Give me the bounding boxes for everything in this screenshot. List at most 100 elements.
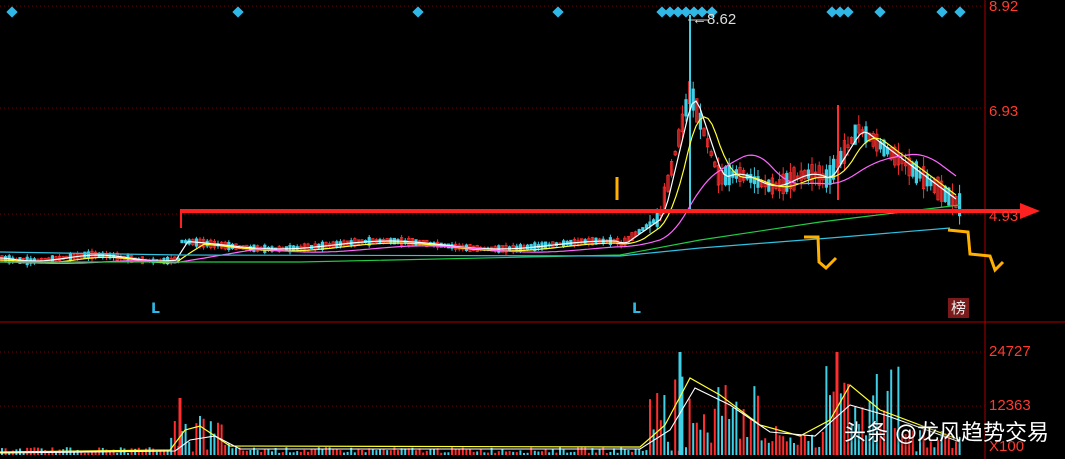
volume-bar <box>213 433 216 455</box>
signal-diamond-icon <box>412 6 424 18</box>
volume-bar <box>476 451 479 455</box>
volume-bar <box>422 452 425 455</box>
candle-body <box>864 126 868 143</box>
candle-body <box>691 88 695 111</box>
volume-bar <box>634 448 637 455</box>
volume-bar <box>278 452 281 455</box>
volume-bar <box>555 452 558 455</box>
candle-body <box>943 185 947 202</box>
volume-bar <box>796 444 799 455</box>
signal-diamond-icon <box>6 6 18 18</box>
volume-bar <box>951 448 954 455</box>
volume-bar <box>303 449 306 455</box>
volume-bar <box>717 387 720 455</box>
volume-bar <box>415 450 417 455</box>
volume-bar <box>616 452 619 455</box>
volume-bar <box>728 419 731 455</box>
volume-bar <box>256 450 259 455</box>
low-signal-marker[interactable]: L <box>632 301 641 317</box>
volume-bar <box>515 452 518 455</box>
volume-bar <box>713 408 716 455</box>
ma120-line <box>0 227 951 257</box>
volume-bar <box>447 452 450 455</box>
volume-bar <box>595 452 597 455</box>
volume-bar <box>587 452 590 455</box>
candle-body <box>684 99 688 117</box>
volume-bar <box>364 452 367 455</box>
volume-bar <box>710 442 713 455</box>
volume-bar <box>825 366 828 455</box>
volume-bar <box>116 452 119 455</box>
volume-bar <box>519 450 522 455</box>
watermark-text: 头条 @龙风趋势交易 <box>844 421 1049 446</box>
volume-bar <box>443 452 446 455</box>
volume-bar <box>353 452 356 455</box>
candle-body <box>727 164 731 186</box>
signal-diamond-icon <box>552 6 564 18</box>
volume-bar <box>623 449 626 455</box>
volume-bar <box>800 435 803 455</box>
volume-bar <box>659 420 662 455</box>
signal-diamond-icon <box>842 6 854 18</box>
volume-bar <box>814 447 817 455</box>
ma20-line <box>0 153 957 264</box>
volume-bar <box>188 442 191 455</box>
chart-canvas[interactable] <box>0 0 1065 459</box>
volume-bar <box>497 451 500 455</box>
volume-bar <box>778 435 781 455</box>
volume-bar <box>602 447 605 455</box>
volume-ma-line <box>0 387 961 454</box>
volume-bar <box>749 418 752 455</box>
volume-bar <box>397 450 399 455</box>
volume-bar <box>501 449 504 455</box>
volume-bar <box>170 437 173 455</box>
volume-bar <box>465 449 468 455</box>
volume-bar <box>782 436 785 455</box>
volume-bar <box>508 451 511 455</box>
volume-bar <box>638 448 641 455</box>
volume-bar <box>706 432 709 455</box>
low-signal-marker[interactable]: L <box>151 301 160 317</box>
volume-bar <box>551 448 554 455</box>
signal-diamond-icon <box>936 6 948 18</box>
volume-bar <box>267 449 270 455</box>
candle-body <box>756 176 760 188</box>
candle-body <box>785 172 789 192</box>
volume-bar <box>681 376 684 455</box>
volume-bar <box>173 421 176 455</box>
signal-diamond-icon <box>232 6 244 18</box>
volume-bar <box>793 443 795 455</box>
volume-bar <box>314 448 317 455</box>
volume-bar <box>155 451 158 455</box>
volume-bar <box>379 449 381 455</box>
volume-bar <box>915 451 918 455</box>
volume-bar <box>47 452 50 455</box>
volume-bar <box>609 451 612 455</box>
volume-bar <box>757 395 759 455</box>
price-tick-label-mid: 6.93 <box>989 103 1019 120</box>
rank-badge[interactable]: 榜 <box>948 298 970 318</box>
volume-bar <box>692 423 695 455</box>
candle-body <box>655 211 659 227</box>
volume-bar <box>289 452 291 455</box>
stock-chart[interactable]: 8.92 6.93 4.93 24727 12363 X100 ←8.62 L … <box>0 0 1065 459</box>
volume-bar <box>310 449 313 455</box>
volume-bar <box>548 452 551 455</box>
volume-bar <box>764 438 767 455</box>
volume-bar <box>731 407 734 455</box>
signal-diamond-icon <box>874 6 886 18</box>
volume-bar <box>235 447 237 455</box>
volume-bar <box>739 438 741 455</box>
volume-bar <box>821 431 824 455</box>
volume-bar <box>674 379 677 455</box>
volume-bar <box>771 441 774 455</box>
volume-bar <box>832 391 835 455</box>
volume-bar <box>530 447 533 455</box>
volume-bar <box>566 452 569 455</box>
volume-bar <box>649 399 651 455</box>
volume-bar <box>242 450 245 455</box>
volume-bar <box>433 448 435 455</box>
volume-bar <box>393 447 396 455</box>
volume-bar <box>559 447 561 455</box>
volume-bar <box>627 450 630 455</box>
